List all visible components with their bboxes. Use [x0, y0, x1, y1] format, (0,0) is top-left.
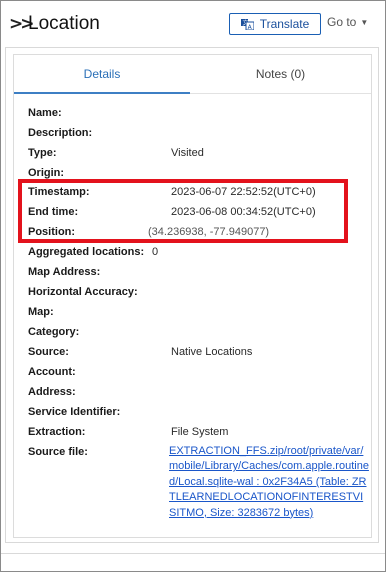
field-value: 0	[152, 246, 159, 258]
caret-down-icon: ▼	[360, 18, 369, 28]
active-tab-indicator	[14, 92, 190, 94]
translate-button[interactable]: 文 A Translate	[229, 13, 321, 35]
details-card: Details Notes (0) Name: Description: Typ…	[13, 54, 372, 538]
field-label: Extraction:	[28, 426, 86, 438]
tab-details[interactable]: Details	[14, 67, 190, 81]
field-label: Aggregated locations:	[28, 246, 145, 258]
field-label: Category:	[28, 326, 80, 338]
tab-notes[interactable]: Notes (0)	[190, 67, 371, 81]
translate-icon: 文 A	[240, 18, 255, 30]
page-title: Location	[28, 13, 100, 34]
translate-label: Translate	[259, 17, 310, 31]
location-window: >> Location 文 A Translate Go to▼ Details…	[0, 0, 386, 572]
field-label: Source:	[28, 346, 69, 358]
tab-bar: Details Notes (0)	[14, 55, 371, 95]
field-label: Account:	[28, 366, 76, 378]
field-label: Map Address:	[28, 266, 101, 278]
field-label: Description:	[28, 127, 93, 139]
field-label: Source file:	[28, 446, 88, 458]
field-label: Map:	[28, 306, 54, 318]
goto-label: Go to	[327, 15, 357, 29]
header: >> Location 文 A Translate Go to▼	[1, 1, 385, 47]
field-label: Name:	[28, 107, 62, 119]
field-label: Service Identifier:	[28, 406, 121, 418]
field-value: File System	[171, 426, 229, 438]
source-file-link[interactable]: EXTRACTION_FFS.zip/root/private/var/mobi…	[169, 444, 369, 521]
field-label: Type:	[28, 147, 57, 159]
tab-divider	[190, 93, 371, 94]
field-label: Address:	[28, 386, 76, 398]
field-label: Origin:	[28, 167, 65, 179]
field-value: Visited	[171, 147, 204, 159]
footer-divider	[1, 553, 385, 554]
field-label: Horizontal Accuracy:	[28, 286, 138, 298]
field-value: Native Locations	[171, 346, 253, 358]
details-panel: Details Notes (0) Name: Description: Typ…	[5, 47, 379, 543]
goto-dropdown[interactable]: Go to ▼	[327, 15, 368, 29]
highlight-box	[18, 179, 348, 243]
